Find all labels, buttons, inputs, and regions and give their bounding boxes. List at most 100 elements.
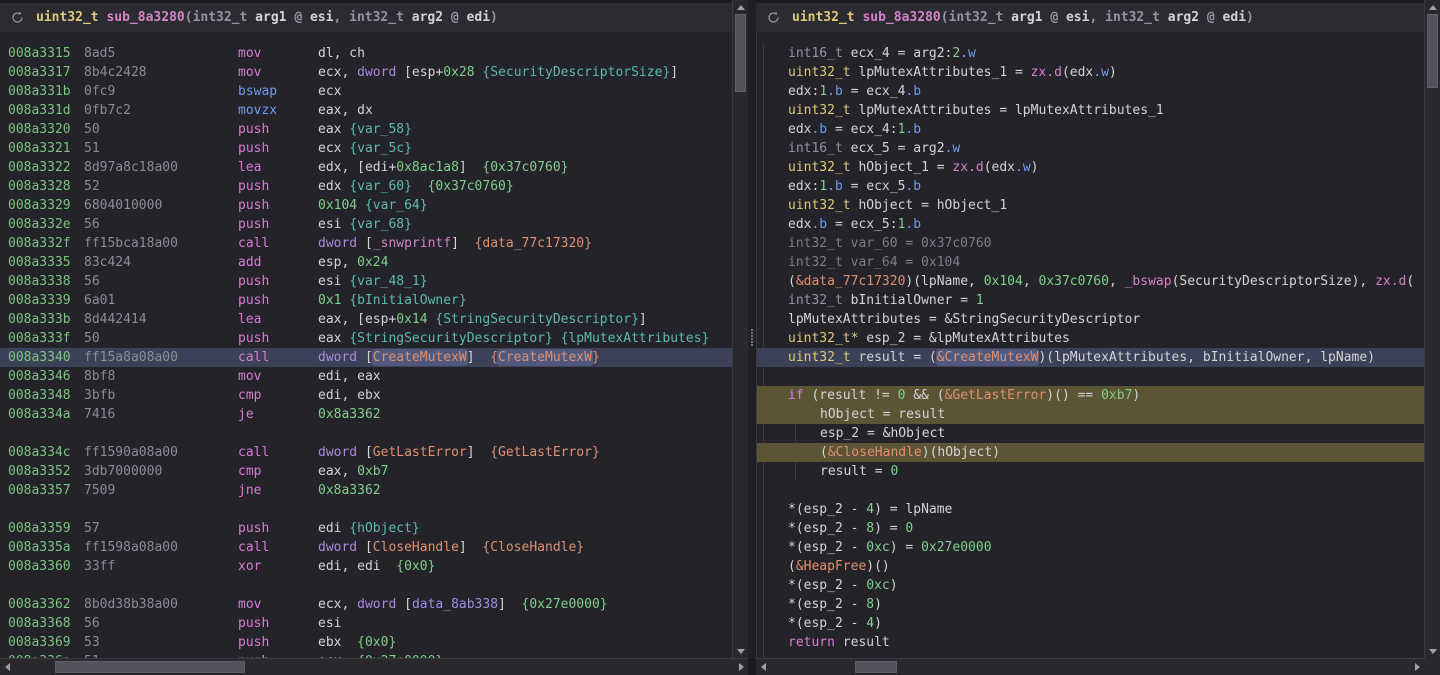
hlil-line[interactable]: (&CloseHandle)(hObject) (756, 443, 1424, 462)
asm-line[interactable] (0, 500, 732, 519)
function-signature-bar-left[interactable]: uint32_t sub_8a3280(int32_t arg1 @ esi, … (0, 3, 732, 32)
pane-splitter[interactable] (748, 0, 756, 658)
hlil-line[interactable] (756, 367, 1424, 386)
asm-line[interactable]: 008a333b8d442414leaeax, [esp+0x14 {Strin… (0, 310, 732, 329)
scroll-left-icon[interactable] (0, 659, 14, 675)
hlil-line[interactable]: edx.b = ecx_4:1.b (756, 120, 1424, 139)
asm-line[interactable]: 008a336953pushebx {0x0} (0, 633, 732, 652)
asm-line[interactable]: 008a33296804010000push0x104 {var_64} (0, 196, 732, 215)
asm-line[interactable]: 008a332fff15bca18a00calldword [_snwprint… (0, 234, 732, 253)
scroll-down-icon[interactable] (1425, 644, 1440, 658)
scroll-up-icon[interactable] (733, 0, 748, 14)
hlil-line[interactable]: int32_t bInitialOwner = 1 (756, 291, 1424, 310)
asm-line[interactable]: 008a335957pushedi {hObject} (0, 519, 732, 538)
asm-line[interactable]: 008a334cff1590a08a00calldword [GetLastEr… (0, 443, 732, 462)
scroll-down-icon[interactable] (733, 644, 748, 658)
hlil-line[interactable]: *(esp_2 - 0xc) (756, 576, 1424, 595)
decompiler-pane[interactable]: uint32_t sub_8a3280(int32_t arg1 @ esi, … (756, 0, 1424, 658)
scrollbar-thumb[interactable] (855, 661, 897, 673)
hlil-line[interactable]: (&data_77c17320)(lpName, 0x104, 0x37c076… (756, 272, 1424, 291)
asm-line[interactable] (0, 576, 732, 595)
hlil-line[interactable]: hObject = result (756, 405, 1424, 424)
asm-line[interactable]: 008a335aff1598a08a00calldword [CloseHand… (0, 538, 732, 557)
asm-line[interactable]: 008a331d0fb7c2movzxeax, dx (0, 101, 732, 120)
hlil-line[interactable]: edx:1.b = ecx_4.b (756, 82, 1424, 101)
asm-line[interactable]: 008a332e56pushesi {var_68} (0, 215, 732, 234)
asm-line[interactable]: 008a333583c424addesp, 0x24 (0, 253, 732, 272)
asm-line[interactable]: 008a33628b0d38b38a00movecx, dword [data_… (0, 595, 732, 614)
hlil-line[interactable]: uint32_t hObject_1 = zx.d(edx.w) (756, 158, 1424, 177)
asm-line[interactable]: 008a332852pushedx {var_60} {0x37c0760} (0, 177, 732, 196)
function-signature-bar-right[interactable]: uint32_t sub_8a3280(int32_t arg1 @ esi, … (756, 3, 1424, 32)
disassembly-pane[interactable]: uint32_t sub_8a3280(int32_t arg1 @ esi, … (0, 0, 732, 658)
asm-line[interactable] (0, 424, 732, 443)
hlil-line[interactable]: uint32_t lpMutexAttributes_1 = zx.d(edx.… (756, 63, 1424, 82)
hlil-line[interactable]: uint32_t result = (&CreateMutexW)(lpMute… (756, 348, 1424, 367)
scroll-up-icon[interactable] (1425, 0, 1440, 14)
code-token: ( (941, 10, 949, 25)
hlil-line[interactable]: lpMutexAttributes = &StringSecurityDescr… (756, 310, 1424, 329)
hlil-line[interactable]: return result (756, 633, 1424, 652)
refresh-icon[interactable] (766, 10, 781, 25)
hlil-line[interactable]: edx.b = ecx_5:1.b (756, 215, 1424, 234)
refresh-icon[interactable] (10, 10, 25, 25)
hlil-line[interactable]: *(esp_2 - 0xc) = 0x27e0000 (756, 538, 1424, 557)
address: 008a3335 (8, 253, 84, 272)
hlil-line[interactable]: *(esp_2 - 8) (756, 595, 1424, 614)
asm-line[interactable]: 008a33396a01push0x1 {bInitialOwner} (0, 291, 732, 310)
code-token: sub_8a3280 (862, 10, 940, 25)
mnemonic: push (238, 120, 318, 139)
asm-line[interactable]: 008a33483bfbcmpedi, ebx (0, 386, 732, 405)
asm-line[interactable]: 008a332050pusheax {var_58} (0, 120, 732, 139)
asm-line[interactable]: 008a334a7416je0x8a3362 (0, 405, 732, 424)
hlil-line[interactable]: result = 0 (756, 462, 1424, 481)
asm-line[interactable]: 008a33468bf8movedi, eax (0, 367, 732, 386)
asm-line[interactable]: 008a331b0fc9bswapecx (0, 82, 732, 101)
asm-line[interactable]: 008a333f50pusheax {StringSecurityDescrip… (0, 329, 732, 348)
asm-line[interactable]: 008a3340ff15a8a08a00calldword [CreateMut… (0, 348, 732, 367)
hlil-line[interactable]: uint32_t* esp_2 = &lpMutexAttributes (756, 329, 1424, 348)
hlil-line[interactable]: int16_t ecx_5 = arg2.w (756, 139, 1424, 158)
hlil-line[interactable]: uint32_t hObject = hObject_1 (756, 196, 1424, 215)
disassembly-vertical-scrollbar[interactable] (732, 0, 748, 658)
asm-line[interactable]: 008a336856pushesi (0, 614, 732, 633)
scroll-right-icon[interactable] (1410, 659, 1424, 675)
code-token: 0xc (866, 578, 889, 593)
decompiler-horizontal-scrollbar[interactable] (756, 658, 1424, 675)
asm-line[interactable]: 008a33178b4c2428movecx, dword [esp+0x28 … (0, 63, 732, 82)
hlil-line[interactable]: int32_t var_60 = 0x37c0760 (756, 234, 1424, 253)
decompiler-vertical-scrollbar[interactable] (1424, 0, 1440, 658)
hlil-line[interactable]: *(esp_2 - 4) = lpName (756, 500, 1424, 519)
asm-line[interactable]: 008a33577509jne0x8a3362 (0, 481, 732, 500)
hlil-line[interactable]: if (result != 0 && (&GetLastError)() == … (756, 386, 1424, 405)
code-token: (edx (984, 160, 1015, 175)
hlil-line[interactable]: *(esp_2 - 4) (756, 614, 1424, 633)
code-token: 0x8ac1a8 (396, 160, 459, 175)
hlil-line[interactable]: *(esp_2 - 8) = 0 (756, 519, 1424, 538)
asm-line[interactable]: 008a336033ffxoredi, edi {0x0} (0, 557, 732, 576)
scrollbar-thumb[interactable] (1427, 14, 1438, 88)
disassembly-horizontal-scrollbar[interactable] (0, 658, 748, 675)
asm-line[interactable]: 008a33523db7000000cmpeax, 0xb7 (0, 462, 732, 481)
code-token: result = ( (851, 350, 937, 365)
decompiler-code[interactable]: int16_t ecx_4 = arg2:2.wuint32_t lpMutex… (756, 32, 1424, 658)
hlil-line[interactable]: (&HeapFree)() (756, 557, 1424, 576)
hlil-line[interactable]: edx:1.b = ecx_5.b (756, 177, 1424, 196)
hlil-line[interactable]: uint32_t lpMutexAttributes = lpMutexAttr… (756, 101, 1424, 120)
hlil-line[interactable]: esp_2 = &hObject (756, 424, 1424, 443)
asm-line[interactable]: 008a333856pushesi {var_48_1} (0, 272, 732, 291)
hlil-line[interactable]: int16_t ecx_4 = arg2:2.w (756, 44, 1424, 63)
disassembly-code[interactable]: 008a33158ad5movdl, ch008a33178b4c2428mov… (0, 32, 732, 658)
asm-line[interactable]: 008a33228d97a8c18a00leaedx, [edi+0x8ac1a… (0, 158, 732, 177)
scrollbar-thumb[interactable] (735, 14, 746, 92)
scroll-right-icon[interactable] (734, 659, 748, 675)
asm-line[interactable]: 008a33158ad5movdl, ch (0, 44, 732, 63)
code-token: ] (498, 597, 521, 612)
code-token: = ecx_5 (843, 179, 906, 194)
scroll-left-icon[interactable] (756, 659, 770, 675)
hlil-line[interactable] (756, 481, 1424, 500)
asm-line[interactable]: 008a332151pushecx {var_5c} (0, 139, 732, 158)
code-token: esi (318, 274, 349, 289)
scrollbar-thumb[interactable] (55, 661, 245, 673)
hlil-line[interactable]: int32_t var_64 = 0x104 (756, 253, 1424, 272)
